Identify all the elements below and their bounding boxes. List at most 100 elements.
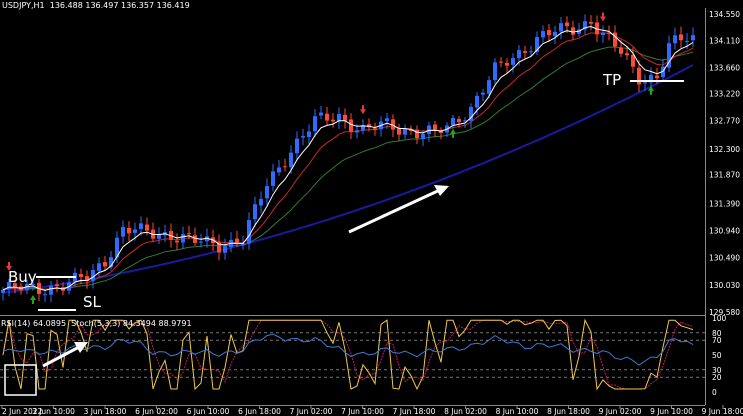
candle-body [571,27,575,35]
candle-body [79,274,83,277]
candle-body [313,116,317,132]
candle-body [505,62,509,66]
candle-body [559,23,563,32]
indicator-tick-label: 100 [712,314,727,323]
chart-header: USDJPY,H1 136.488 136.497 136.357 136.41… [2,1,190,10]
trading-chart[interactable]: 134.550 134.110 133.660 133.220 132.770 132.3… [0,0,743,416]
ema-mid-line [2,32,694,291]
price-tick-label: 133.660 [709,63,740,72]
price-axis-labels: 134.550 134.110 133.660 133.220 132.770 132.3… [709,10,740,317]
price-tick-label: 130.940 [709,226,740,235]
candle-body [541,31,545,38]
price-tick-label: 133.220 [709,90,740,99]
indicator-axis-labels: 10080705030200 [712,314,727,397]
candle-body [487,80,491,94]
candle-body [523,51,527,53]
time-tick-label: 6 Jun 02:00 [135,407,178,416]
candle-body [451,117,455,126]
candle-body [265,186,269,199]
symbol-label: USDJPY,H1 [2,1,45,10]
candle-body [415,129,419,139]
candle-body [397,128,401,135]
candle-body [643,82,647,84]
candle-body [193,235,197,243]
candle-body [553,31,557,37]
indicator-header: RSI(14) 64.0895 Stoch(5,3,3) 84.3494 88.… [1,319,192,328]
candle-body [679,34,683,41]
candle-body [49,285,53,295]
signal-arrows [6,12,654,305]
candle-body [199,241,203,243]
indicator-tick-label: 0 [712,388,717,397]
time-tick-label: 9 Jun 10:00 [650,407,693,416]
ema-slow-line [2,46,694,291]
candle-body [421,134,425,139]
candle-body [529,51,533,53]
time-tick-label: 8 Jun 18:00 [547,407,590,416]
candle-body [625,53,629,56]
candle-body [673,35,677,44]
candle-body [343,114,347,121]
candle-body [133,229,137,233]
price-tick-label: 134.550 [709,10,740,19]
candle-body [475,95,479,108]
candle-body [457,119,461,122]
buy-arrow-icon [450,128,456,138]
rsi-line [2,333,694,366]
candle-body [157,234,161,239]
candle-body [601,32,605,36]
price-tick-label: 134.110 [709,36,740,45]
price-tick-label: 131.870 [709,171,740,180]
price-tick-label: 132.300 [709,145,740,154]
candle-body [355,130,359,133]
stoch-label: Stoch(5,3,3) 84.3494 88.9791 [71,319,192,328]
indicator-tick-label: 20 [712,373,722,382]
candle-body [247,220,251,244]
candle-body [55,284,59,287]
buy-label: Buy [8,268,37,286]
candle-body [319,112,323,116]
candle-body [127,227,131,234]
ema-slow-path [2,46,694,291]
time-tick-label: 9 Jun 18:00 [702,407,743,416]
time-axis-labels: 2 Jun 20223 Jun 10:00 3 Jun 18:00 6 Jun 02… [1,405,743,416]
candle-body [97,263,101,271]
sl-label: SL [83,293,101,311]
sell-arrow-icon [360,105,366,115]
oscillator-lines [2,318,694,391]
candle-body [259,199,263,206]
candle-body [499,61,503,63]
candle-body [373,128,377,130]
candle-body [43,294,47,296]
candle-body [1,289,5,293]
time-tick-label: 9 Jun 02:00 [599,407,642,416]
price-tick-label: 132.770 [709,117,740,126]
candle-body [139,223,143,229]
indicator-levels [0,332,705,378]
price-tick-label: 130.030 [709,281,740,290]
candle-body [433,124,437,130]
candle-body [175,240,179,243]
candle-body [655,75,659,79]
candle-body [301,136,305,138]
candle-body [589,22,593,24]
ema-long-line [2,64,694,294]
rsi-label: RSI(14) 64.0895 [1,319,67,328]
candle-body [271,171,275,186]
time-tick-label: 6 Jun 18:00 [238,407,281,416]
candle-body [223,246,227,253]
candle-body [331,119,335,122]
time-tick-label: 6 Jun 10:00 [187,407,230,416]
candle-body [307,131,311,138]
candle-body [325,113,329,121]
candle-body [547,29,551,36]
candle-body [103,262,107,267]
indicator-tick-label: 50 [712,351,722,360]
sell-arrow-icon [600,12,606,22]
time-tick-label: 3 Jun 18:00 [84,407,127,416]
candle-body [385,118,389,122]
time-tick-label: 7 Jun 02:00 [290,407,333,416]
candle-body [295,138,299,154]
candle-body [121,226,125,237]
candle-body [619,47,623,54]
